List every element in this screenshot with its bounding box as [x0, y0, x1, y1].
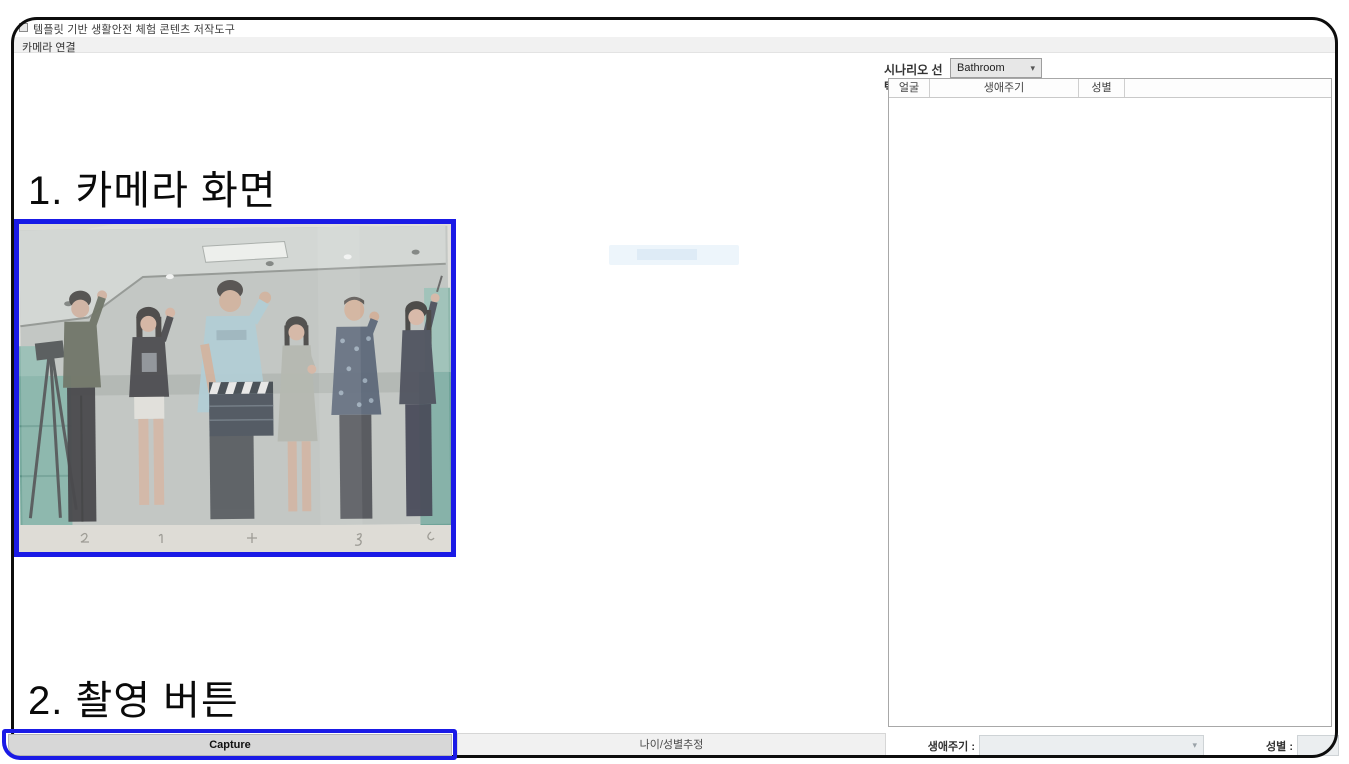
chevron-down-icon: ▾	[1192, 740, 1197, 751]
step2-annotation-label: 2. 촬영 버튼	[28, 668, 239, 726]
app-icon	[19, 23, 28, 32]
app-window: 템플릿 기반 생활안전 체험 콘텐츠 저작도구 카메라 연결 1. 카메라 화면	[0, 0, 1349, 764]
column-header-face: 얼굴	[889, 79, 930, 97]
gender-value	[1298, 740, 1302, 752]
step1-annotation-label: 1. 카메라 화면	[28, 158, 277, 216]
gender-select[interactable]	[1297, 735, 1339, 756]
window-title: 템플릿 기반 생활안전 체험 콘텐츠 저작도구	[33, 21, 235, 37]
scenario-selected-value: Bathroom	[957, 62, 1005, 74]
chevron-down-icon: ▾	[1030, 63, 1035, 74]
column-header-lifecycle: 생애주기	[930, 79, 1079, 97]
faces-table: 얼굴 생애주기 성별	[888, 78, 1332, 727]
gender-label: 성별 :	[1240, 738, 1293, 754]
estimate-age-gender-button[interactable]: 나이/성별추정	[457, 733, 886, 758]
column-header-gender: 성별	[1079, 79, 1125, 97]
menubar: 카메라 연결	[13, 37, 1336, 53]
lifecycle-label: 생애주기 :	[875, 738, 975, 754]
column-header-empty	[1125, 79, 1331, 97]
menu-item-camera-connect[interactable]: 카메라 연결	[17, 38, 81, 56]
faces-table-body	[889, 98, 1331, 726]
lifecycle-select[interactable]: ▾	[979, 735, 1204, 756]
camera-photo	[19, 224, 451, 552]
faint-overlay	[609, 245, 739, 265]
faces-table-header: 얼굴 생애주기 성별	[889, 79, 1331, 98]
camera-view	[14, 219, 456, 557]
scenario-select[interactable]: Bathroom ▾	[950, 58, 1042, 78]
capture-button[interactable]: Capture	[8, 734, 452, 756]
